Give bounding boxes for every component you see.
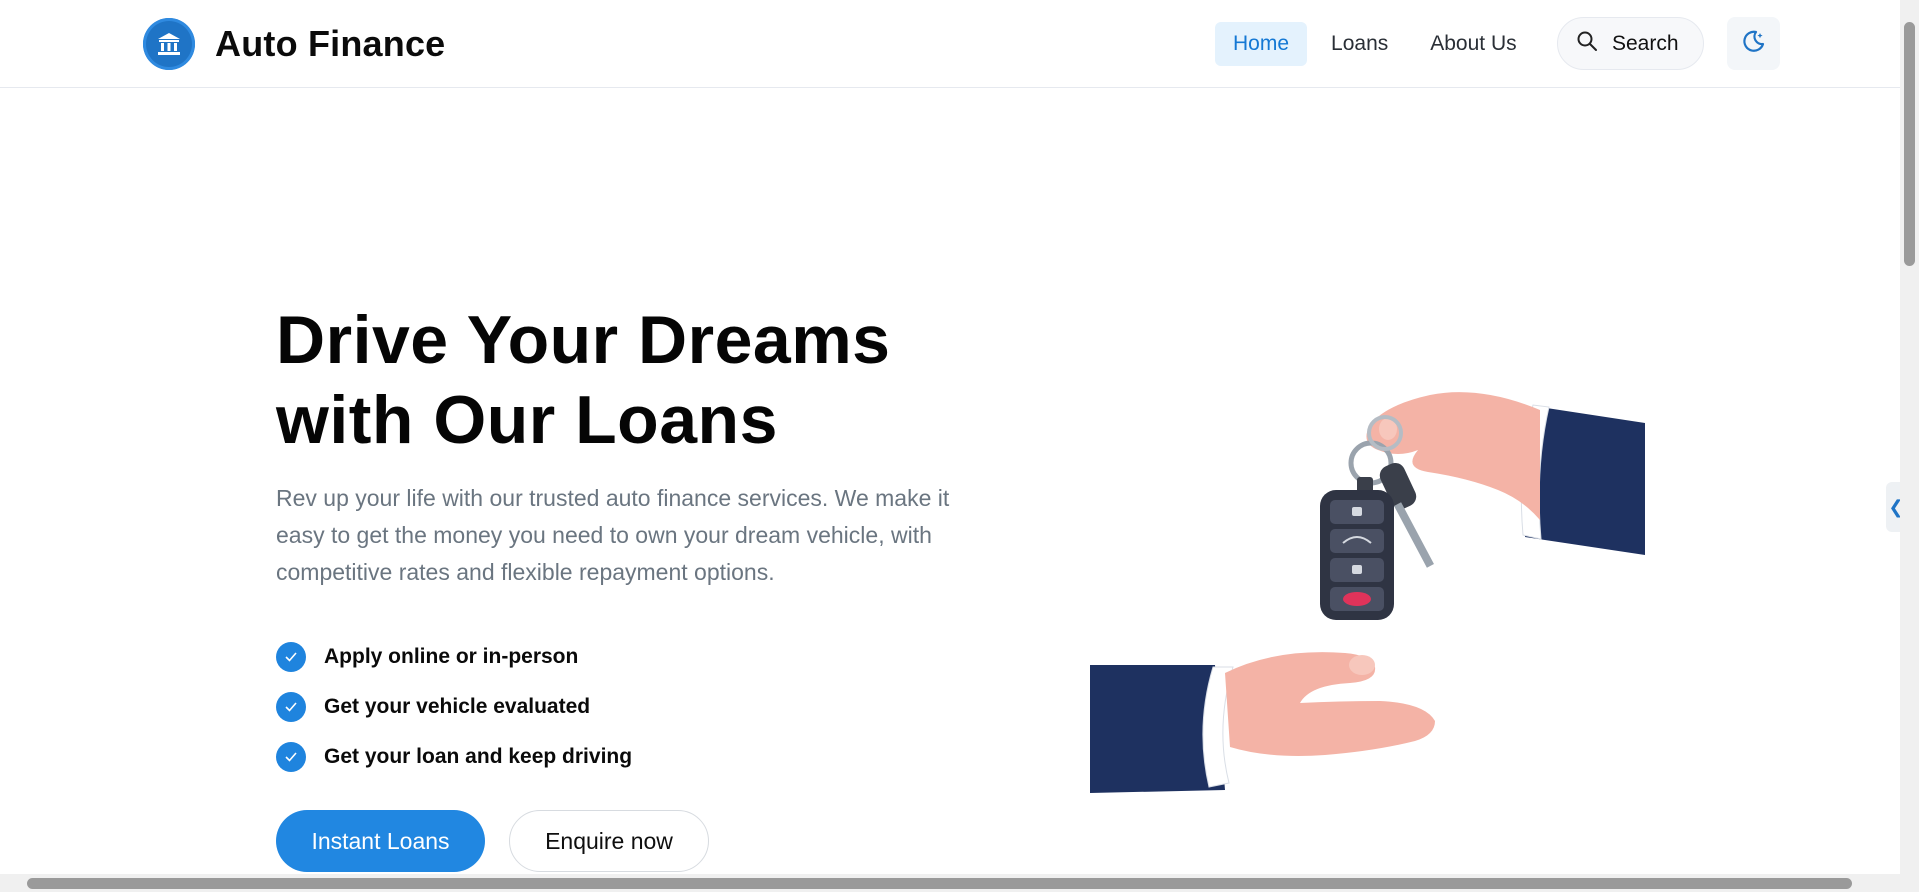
instant-loans-button[interactable]: Instant Loans <box>276 810 485 872</box>
headline-highlight-wrap: Dreams <box>620 290 901 388</box>
site-header: Auto Finance Home Loans About Us Search <box>0 0 1900 88</box>
headline-part1: Drive Your <box>276 302 639 378</box>
scrollbar-corner <box>1900 874 1919 892</box>
feature-text: Apply online or in-person <box>324 645 579 668</box>
feature-text: Get your vehicle evaluated <box>324 695 591 718</box>
nav-item-home[interactable]: Home <box>1215 22 1308 66</box>
bank-icon <box>143 18 195 70</box>
hero-headline: Drive Your Dreams with Our Loans <box>276 290 901 460</box>
moon-icon <box>1741 28 1767 59</box>
brand-name: Auto Finance <box>215 23 446 64</box>
check-icon <box>276 692 306 722</box>
search-label: Search <box>1612 31 1679 55</box>
horizontal-scrollbar[interactable] <box>0 874 1900 892</box>
feature-item: Get your vehicle evaluated <box>276 682 632 732</box>
car-key-fob <box>1320 477 1394 620</box>
feature-list: Apply online or in-person Get your vehic… <box>276 632 632 782</box>
check-icon <box>276 642 306 672</box>
horizontal-scrollbar-thumb[interactable] <box>27 878 1852 889</box>
lower-hand <box>1225 652 1435 756</box>
nav-item-loans[interactable]: Loans <box>1313 22 1406 66</box>
headline-highlight: Dreams <box>638 302 891 378</box>
theme-toggle-button[interactable] <box>1727 17 1780 70</box>
feature-item: Apply online or in-person <box>276 632 632 682</box>
brand-logo[interactable]: Auto Finance <box>143 18 445 70</box>
search-button[interactable]: Search <box>1557 17 1704 70</box>
feature-item: Get your loan and keep driving <box>276 732 632 782</box>
feature-text: Get your loan and keep driving <box>324 745 633 768</box>
enquire-now-button[interactable]: Enquire now <box>509 810 709 872</box>
nav-item-about-us[interactable]: About Us <box>1412 22 1534 66</box>
page: Auto Finance Home Loans About Us Search <box>0 0 1919 892</box>
hands-keys-illustration <box>1090 392 1645 793</box>
check-icon <box>276 742 306 772</box>
vertical-scrollbar[interactable] <box>1900 0 1919 874</box>
search-icon <box>1576 30 1598 58</box>
lower-thumb-nail <box>1349 655 1375 675</box>
hero-description: Rev up your life with our trusted auto f… <box>276 485 950 585</box>
vertical-scrollbar-thumb[interactable] <box>1904 22 1915 266</box>
main-nav: Home Loans About Us <box>1215 22 1541 66</box>
headline-part2: with Our Loans <box>276 382 778 458</box>
